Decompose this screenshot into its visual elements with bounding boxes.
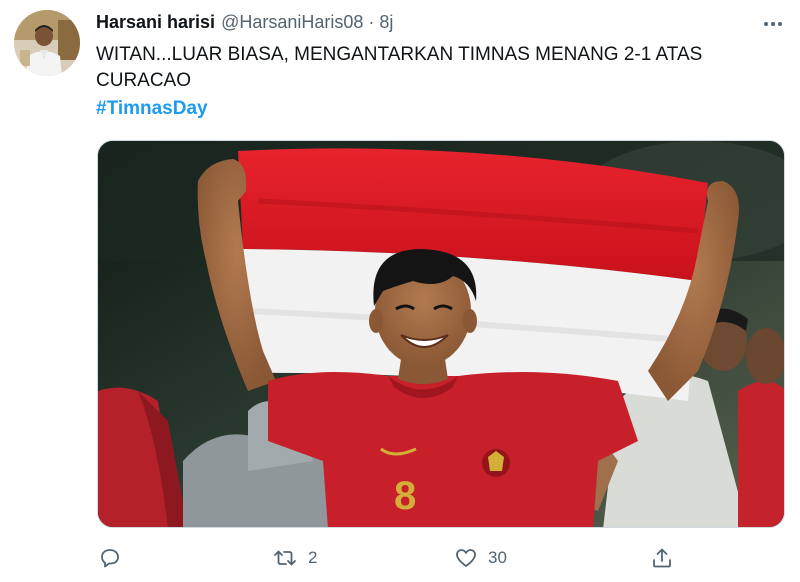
more-horizontal-icon — [771, 22, 775, 26]
heart-icon — [456, 549, 476, 567]
tweet-time[interactable]: 8j — [379, 12, 393, 33]
retweet-button[interactable]: 2 — [272, 540, 317, 576]
tweet-actions: 2 30 — [96, 540, 696, 576]
reply-button[interactable] — [98, 540, 122, 576]
separator-dot: · — [368, 12, 375, 32]
avatar[interactable] — [14, 10, 80, 76]
tweet-card[interactable]: Harsani harisi @HarsaniHaris08 · 8j WITA… — [0, 0, 800, 582]
hashtag-link[interactable]: #TimnasDay — [96, 96, 208, 122]
like-count: 30 — [488, 548, 507, 567]
more-options-button[interactable] — [756, 12, 790, 36]
shirt-number: 8 — [394, 474, 416, 518]
retweet-count: 2 — [308, 548, 318, 567]
more-horizontal-icon — [764, 22, 768, 26]
retweet-icon — [274, 550, 296, 566]
share-button[interactable] — [650, 540, 674, 576]
tweet-photo[interactable]: 8 — [97, 140, 785, 528]
photo-icon: 8 — [98, 141, 784, 527]
tweet-header: Harsani harisi @HarsaniHaris08 · 8j — [96, 12, 393, 38]
tweet-text: WITAN...LUAR BIASA, MENGANTARKAN TIMNAS … — [96, 44, 703, 91]
display-name[interactable]: Harsani harisi — [96, 12, 215, 33]
share-icon — [653, 548, 671, 568]
user-handle[interactable]: @HarsaniHaris08 — [221, 12, 363, 33]
avatar-image — [14, 10, 80, 76]
more-horizontal-icon — [778, 22, 782, 26]
like-button[interactable]: 30 — [454, 540, 507, 576]
reply-icon — [101, 549, 119, 568]
